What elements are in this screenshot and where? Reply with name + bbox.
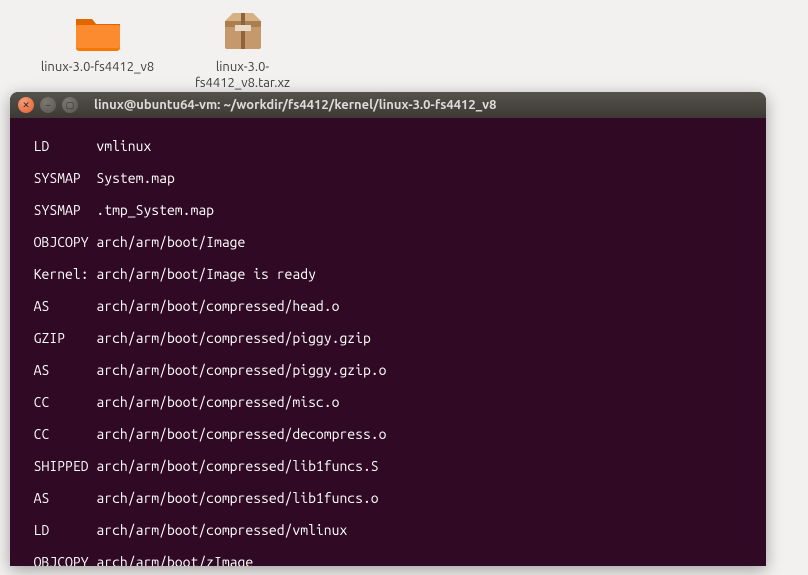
build-line: AS arch/arm/boot/compressed/lib1funcs.o bbox=[12, 490, 764, 506]
terminal-body[interactable]: LD vmlinux SYSMAP System.map SYSMAP .tmp… bbox=[10, 118, 766, 566]
package-icon bbox=[175, 6, 310, 56]
minimize-icon[interactable]: – bbox=[40, 97, 56, 113]
build-line: OBJCOPY arch/arm/boot/Image bbox=[12, 234, 764, 250]
build-line: CC arch/arm/boot/compressed/misc.o bbox=[12, 394, 764, 410]
build-line: AS arch/arm/boot/compressed/head.o bbox=[12, 298, 764, 314]
archive-icon-linux-kernel[interactable]: linux-3.0-fs4412_v8.tar.xz bbox=[175, 6, 310, 91]
build-line: OBJCOPY arch/arm/boot/zImage bbox=[12, 554, 764, 566]
terminal-titlebar[interactable]: ✕ – ▢ linux@ubuntu64-vm: ~/workdir/fs441… bbox=[10, 92, 766, 118]
build-line: AS arch/arm/boot/compressed/piggy.gzip.o bbox=[12, 362, 764, 378]
build-line: GZIP arch/arm/boot/compressed/piggy.gzip bbox=[12, 330, 764, 346]
close-icon[interactable]: ✕ bbox=[18, 97, 34, 113]
build-line: SYSMAP System.map bbox=[12, 170, 764, 186]
archive-label: linux-3.0-fs4412_v8.tar.xz bbox=[175, 60, 310, 91]
folder-icon-linux-kernel[interactable]: linux-3.0-fs4412_v8 bbox=[30, 6, 165, 76]
maximize-icon[interactable]: ▢ bbox=[62, 97, 78, 113]
folder-icon bbox=[30, 6, 165, 56]
build-line: CC arch/arm/boot/compressed/decompress.o bbox=[12, 426, 764, 442]
folder-label: linux-3.0-fs4412_v8 bbox=[30, 60, 165, 76]
build-line: SYSMAP .tmp_System.map bbox=[12, 202, 764, 218]
terminal-window: ✕ – ▢ linux@ubuntu64-vm: ~/workdir/fs441… bbox=[10, 92, 766, 566]
build-line: LD vmlinux bbox=[12, 138, 764, 154]
build-line: LD arch/arm/boot/compressed/vmlinux bbox=[12, 522, 764, 538]
build-line: SHIPPED arch/arm/boot/compressed/lib1fun… bbox=[12, 458, 764, 474]
build-line: Kernel: arch/arm/boot/Image is ready bbox=[12, 266, 764, 282]
window-title: linux@ubuntu64-vm: ~/workdir/fs4412/kern… bbox=[94, 98, 496, 112]
